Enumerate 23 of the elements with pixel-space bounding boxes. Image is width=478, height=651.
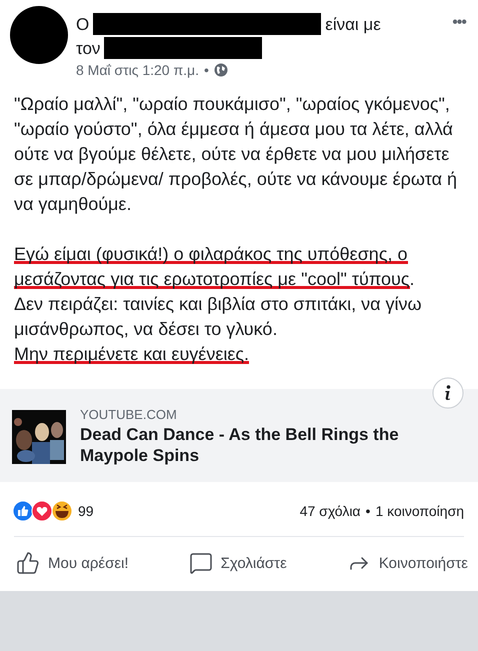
comment-count[interactable]: 47 σχόλια [300, 503, 361, 519]
separator-dot: • [204, 62, 209, 78]
separator-dot: • [366, 503, 370, 519]
post-timestamp[interactable]: 8 Μαΐ στις 1:20 π.μ. [76, 62, 199, 78]
reaction-count[interactable]: 99 [78, 503, 94, 519]
tagged-text: τον [76, 38, 100, 58]
author-text: Ο [76, 14, 90, 34]
with-text: είναι με [325, 14, 381, 34]
link-domain: YOUTUBE.COM [80, 407, 178, 422]
link-title[interactable]: Dead Can Dance - As the Bell Rings the Maypole Spins [80, 424, 466, 466]
globe-icon [214, 63, 228, 77]
post-text: "Ωραίο μαλλί", "ωραίο πουκάμισο", "ωραίος γκόμενος", "ωραίο γούστο", όλα έμμεσα ή άμεσα μου τα λέτε, αλλά ούτε να βγούμε θέλετε, ούτε να έρθετε να μου μιλήσετε σε μπαρ/δρώμενα/ προβολές, ούτε να κάνουμε έρωτα ή να γαμηθούμε. [14, 93, 458, 216]
reaction-icons[interactable] [12, 500, 74, 522]
comment-button[interactable]: Σχολιάστε [188, 551, 287, 575]
more-options-button[interactable]: ••• [452, 4, 466, 32]
speech-bubble-icon [188, 551, 213, 575]
post-text: Εγώ είμαι (φυσικά!) ο φιλαράκος της υπόθεσης, ο μεσάζοντας για τις ερωτοτροπίες με "cool" τύπους. Δεν πειράζει: ταινίες και βιβλία στο σπιτάκι, να γίνω μισάνθρωπος, να δέσει το γλυκό. Μην περιμένετε και ευγένειες. [14, 243, 423, 366]
like-button[interactable]: Μου αρέσει! [16, 551, 129, 575]
share-button[interactable]: Κοινοποιήστε [346, 551, 468, 575]
info-icon[interactable] [432, 377, 464, 409]
link-preview-card[interactable]: YOUTUBE.COM Dead Can Dance - As the Bell Rings the Maypole Spins [0, 389, 478, 482]
thumbs-up-icon [16, 551, 40, 575]
share-count[interactable]: 1 κοινοποίηση [375, 503, 464, 519]
